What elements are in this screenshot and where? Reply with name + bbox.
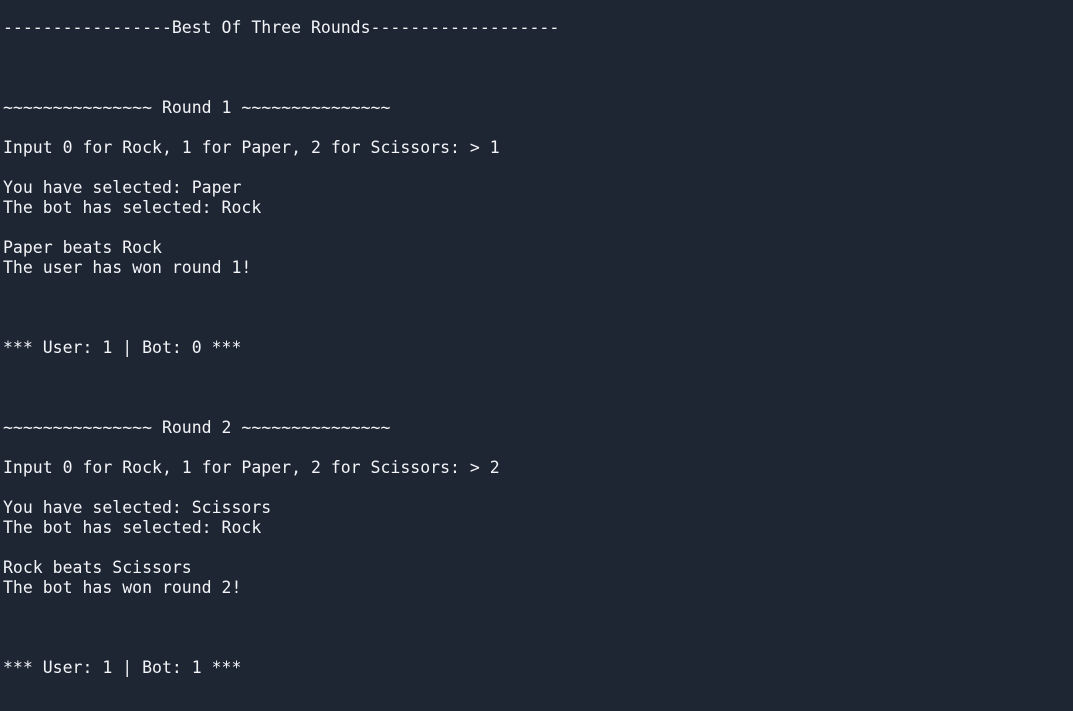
round-1-bot-selection: The bot has selected: Rock (3, 198, 262, 217)
round-1-user-selection: You have selected: Paper (3, 178, 242, 197)
round-2-user-selection: You have selected: Scissors (3, 498, 272, 517)
round-2-score: *** User: 1 | Bot: 1 *** (3, 658, 242, 677)
round-1-outcome: Paper beats Rock (3, 238, 162, 257)
terminal-output: -----------------Best Of Three Rounds---… (0, 0, 1073, 711)
round-2-outcome: Rock beats Scissors (3, 558, 192, 577)
round-1-input-prompt: Input 0 for Rock, 1 for Paper, 2 for Sci… (3, 138, 500, 157)
round-2-input-prompt: Input 0 for Rock, 1 for Paper, 2 for Sci… (3, 458, 500, 477)
round-1-score: *** User: 1 | Bot: 0 *** (3, 338, 242, 357)
round-2-winner: The bot has won round 2! (3, 578, 242, 597)
round-1-title: ~~~~~~~~~~~~~~~ Round 1 ~~~~~~~~~~~~~~~ (3, 98, 391, 117)
round-2-bot-selection: The bot has selected: Rock (3, 518, 262, 537)
round-1-winner: The user has won round 1! (3, 258, 252, 277)
round-2-title: ~~~~~~~~~~~~~~~ Round 2 ~~~~~~~~~~~~~~~ (3, 418, 391, 437)
game-header: -----------------Best Of Three Rounds---… (3, 18, 560, 37)
